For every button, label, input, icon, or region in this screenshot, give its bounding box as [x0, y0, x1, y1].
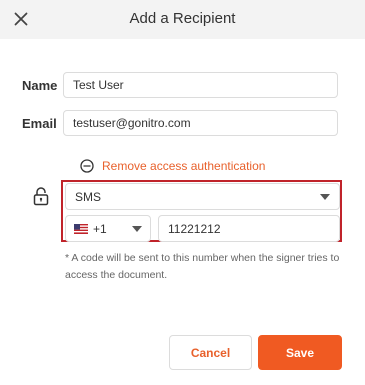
dialog-header: Add a Recipient: [0, 0, 365, 39]
minus-circle-icon: [80, 159, 94, 173]
caret-down-icon: [320, 193, 330, 200]
us-flag-icon: [74, 223, 88, 234]
country-code-value: +1: [93, 221, 107, 236]
save-button[interactable]: Save: [258, 335, 342, 370]
name-label: Name: [22, 78, 58, 93]
caret-down-icon: [132, 225, 142, 232]
sms-note: * A code will be sent to this number whe…: [65, 252, 340, 281]
email-field[interactable]: [63, 110, 338, 136]
lock-icon: [33, 187, 49, 206]
phone-number-field[interactable]: [158, 215, 340, 242]
email-label: Email: [22, 116, 57, 131]
remove-access-authentication-label: Remove access authentication: [102, 159, 266, 173]
dialog-title: Add a Recipient: [129, 10, 236, 27]
authentication-method-value: SMS: [75, 189, 102, 204]
cancel-button[interactable]: Cancel: [169, 335, 252, 370]
authentication-method-select[interactable]: SMS: [65, 183, 340, 210]
remove-access-authentication-link[interactable]: Remove access authentication: [80, 157, 265, 175]
name-field[interactable]: [63, 72, 338, 98]
country-code-select[interactable]: +1: [65, 215, 151, 242]
